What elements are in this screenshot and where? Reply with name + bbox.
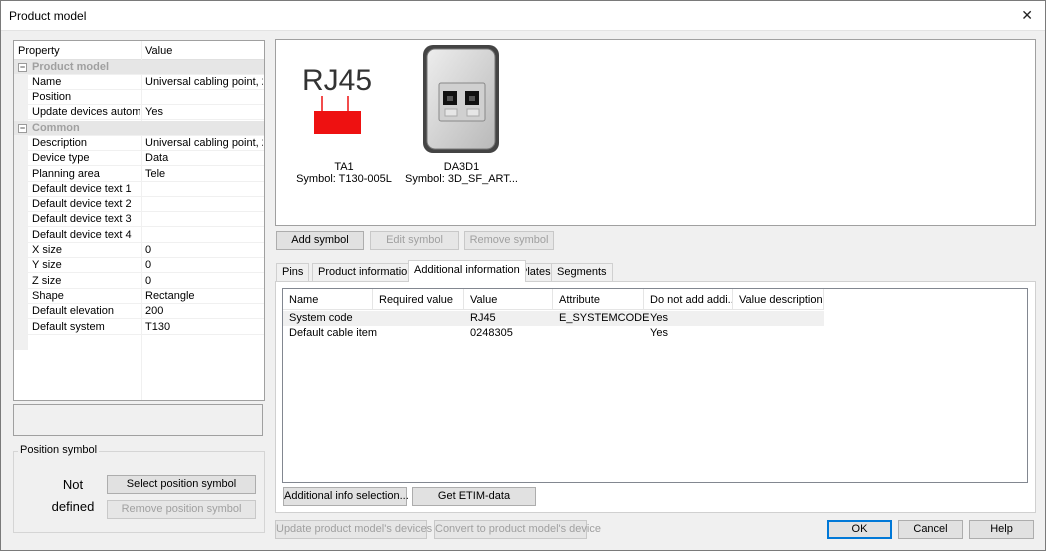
column-header-value[interactable]: Value xyxy=(464,289,553,310)
value-column-header: Value xyxy=(145,45,173,57)
symbol-file: Symbol: 3D_SF_ART... xyxy=(405,173,518,185)
convert-to-product-model-device-button[interactable]: Convert to product model's device xyxy=(434,520,601,539)
product-model-dialog: Product model ✕ Property Value − Product… xyxy=(0,0,1046,551)
symbol-file: Symbol: T130-005L xyxy=(296,173,392,185)
title-bar: Product model ✕ xyxy=(1,1,1045,31)
select-position-symbol-button[interactable]: Select position symbol xyxy=(107,475,256,494)
property-grid-header: Property Value xyxy=(14,41,264,60)
property-row-position[interactable]: Position xyxy=(14,90,264,105)
cancel-button[interactable]: Cancel xyxy=(898,520,963,539)
add-symbol-button[interactable]: Add symbol xyxy=(276,231,364,250)
property-row-device-text-4[interactable]: Default device text 4 xyxy=(14,228,264,243)
property-row-device-text-2[interactable]: Default device text 2 xyxy=(14,197,264,212)
position-status-line2: defined xyxy=(51,499,95,514)
category-product-model[interactable]: − Product model xyxy=(14,60,264,75)
property-row-name[interactable]: NameUniversal cabling point, 2... xyxy=(14,75,264,90)
edit-symbol-button[interactable]: Edit symbol xyxy=(370,231,459,250)
property-row-device-text-3[interactable]: Default device text 3 xyxy=(14,212,264,227)
property-row-z-size[interactable]: Z size 0 xyxy=(14,274,264,289)
window-title: Product model xyxy=(9,9,87,23)
tab-product-information[interactable]: Product information xyxy=(312,263,420,281)
remove-symbol-button[interactable]: Remove symbol xyxy=(464,231,554,250)
property-row-description[interactable]: DescriptionUniversal cabling point, 2... xyxy=(14,136,264,151)
property-row-default-elevation[interactable]: Default elevation 200 xyxy=(14,304,264,319)
tab-additional-information[interactable]: Additional information xyxy=(408,260,526,282)
help-button[interactable]: Help xyxy=(969,520,1034,539)
update-product-model-devices-button[interactable]: Update product model's devices xyxy=(275,520,432,539)
additional-info-table[interactable]: Name Required value Value Attribute Do n… xyxy=(282,288,1028,483)
symbol-name: TA1 xyxy=(334,161,354,173)
remove-position-symbol-button[interactable]: Remove position symbol xyxy=(107,500,256,519)
column-header-required-value[interactable]: Required value xyxy=(373,289,464,310)
svg-text:RJ45: RJ45 xyxy=(302,64,372,97)
tab-segments[interactable]: Segments xyxy=(551,263,613,281)
property-row-device-type[interactable]: Device type Data xyxy=(14,151,264,166)
position-symbol-legend: Position symbol xyxy=(18,444,100,456)
symbol-preview-panel[interactable]: RJ45 TA1 Symbol: T130-005L DA3D1 Symbol:… xyxy=(275,39,1036,226)
property-grid[interactable]: Property Value − Product model Name Unive… xyxy=(13,40,265,401)
wall-outlet-3d-icon xyxy=(423,45,499,153)
table-row[interactable]: Default cable item 0248305 Yes xyxy=(283,326,824,341)
property-row-device-text-1[interactable]: Default device text 1 xyxy=(14,182,264,197)
position-status-line1: Not xyxy=(62,477,84,492)
table-row[interactable]: System code RJ45 E_SYSTEMCODE Yes xyxy=(283,311,824,326)
close-icon[interactable]: ✕ xyxy=(1021,7,1033,24)
property-row-update-devices[interactable]: Update devices autom... Yes xyxy=(14,105,264,120)
property-column-header: Property xyxy=(18,45,60,57)
get-etim-data-button[interactable]: Get ETIM-data xyxy=(412,487,536,506)
category-common[interactable]: − Common xyxy=(14,121,264,136)
symbol-caption-da3d1: DA3D1 Symbol: 3D_SF_ART... xyxy=(404,161,519,185)
column-header-name[interactable]: Name xyxy=(283,289,373,310)
property-row-planning-area[interactable]: Planning area Tele xyxy=(14,167,264,182)
property-row-default-system[interactable]: Default system T130 xyxy=(14,320,264,335)
tab-pins[interactable]: Pins xyxy=(276,263,310,281)
property-row-x-size[interactable]: X size 0 xyxy=(14,243,264,258)
additional-info-selection-button[interactable]: Additional info selection... xyxy=(283,487,409,506)
column-header-attribute[interactable]: Attribute xyxy=(553,289,644,310)
column-header-do-not-add[interactable]: Do not add addi... xyxy=(644,289,733,310)
symbol-name: DA3D1 xyxy=(443,161,480,173)
collapse-icon[interactable]: − xyxy=(18,124,27,133)
rj45-symbol-icon: RJ45 xyxy=(302,64,372,134)
property-row-y-size[interactable]: Y size 0 xyxy=(14,258,264,273)
collapse-icon[interactable]: − xyxy=(18,63,27,72)
symbol-caption-ta1: TA1 Symbol: T130-005L xyxy=(296,161,392,185)
column-header-value-description[interactable]: Value description xyxy=(733,289,824,310)
property-description-box xyxy=(13,404,263,436)
ok-button[interactable]: OK xyxy=(827,520,892,539)
property-row-shape[interactable]: Shape Rectangle xyxy=(14,289,264,304)
